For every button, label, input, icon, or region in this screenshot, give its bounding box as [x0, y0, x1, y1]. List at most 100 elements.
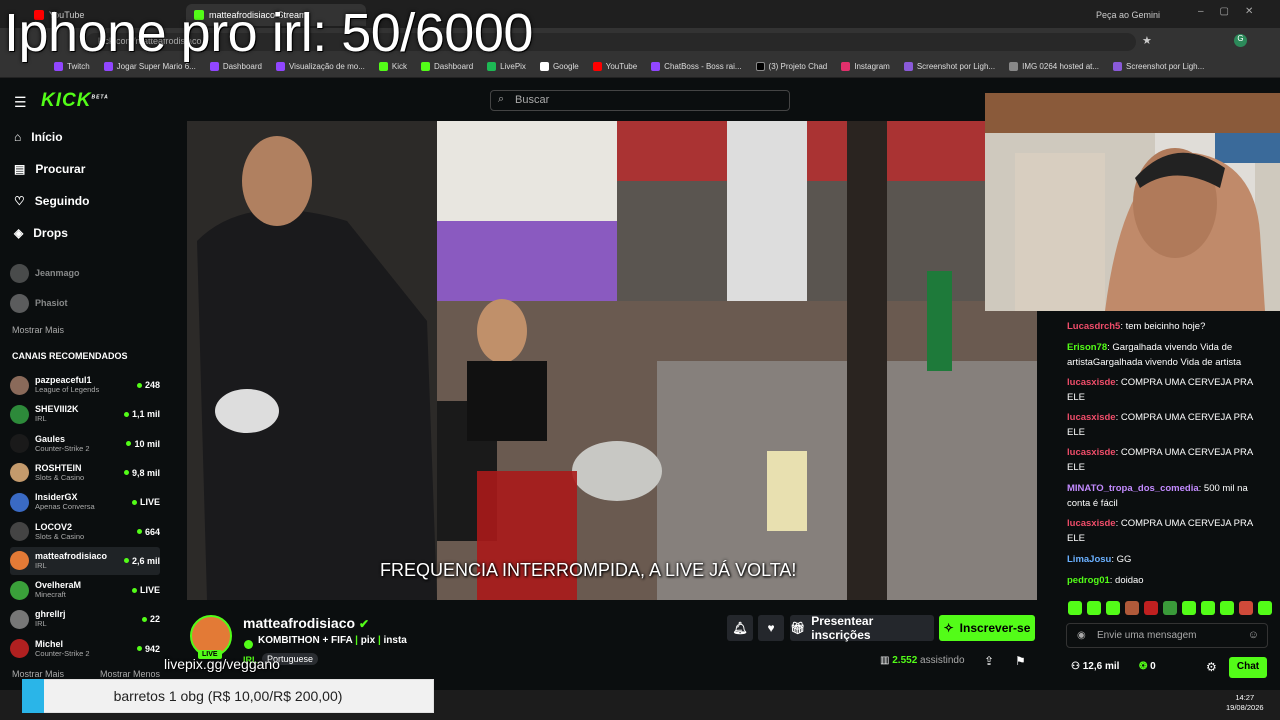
gear-icon[interactable]: ⚙ — [1206, 660, 1217, 674]
chat-username[interactable]: lucasxisde — [1067, 518, 1116, 529]
link-pix[interactable]: pix — [361, 635, 375, 646]
webcam-overlay — [985, 93, 1280, 311]
emoji-icon[interactable]: ☺ — [1248, 629, 1259, 641]
recommended-channel[interactable]: Gaules Counter-Strike 2 10 mil — [10, 430, 160, 458]
recommended-channel[interactable]: LOCOV2 Slots & Casino 664 — [10, 518, 160, 546]
sidebar-item-inicio[interactable]: ⌂ Início — [14, 130, 63, 144]
channel-category: IRL — [35, 414, 47, 424]
drops-icon: ◈ — [14, 226, 24, 240]
link-insta[interactable]: insta — [384, 635, 407, 646]
sidebar-item-seguindo[interactable]: ♡ Seguindo — [14, 194, 89, 208]
recommended-channel[interactable]: Michel Counter-Strike 2 942 — [10, 635, 160, 663]
bookmark-star-icon[interactable]: ★ — [1142, 34, 1152, 47]
live-dot — [126, 441, 132, 447]
emote[interactable] — [1068, 601, 1082, 615]
heart-icon: ♡ — [14, 194, 25, 208]
donation-progress-fill — [22, 679, 44, 713]
menu-icon[interactable]: ☰ — [14, 94, 27, 111]
recommended-channel[interactable]: matteafrodisiaco IRL 2,6 mil — [10, 546, 160, 575]
bookmark-item[interactable]: Screenshot por Ligh... — [903, 62, 995, 71]
chat-message: LimaJosu: GG — [1067, 554, 1132, 565]
viewer-count: ▥ 2.552 assistindo — [880, 655, 965, 666]
search-input[interactable]: ⌕ Buscar — [490, 90, 790, 111]
emote[interactable] — [1220, 601, 1234, 615]
viewer-count: 664 — [136, 527, 160, 537]
chat-username[interactable]: pedrog01 — [1067, 575, 1110, 586]
chat-settings-icon[interactable]: ◉ — [1077, 630, 1086, 641]
emote[interactable] — [1125, 601, 1139, 615]
video-player[interactable] — [187, 121, 1037, 600]
bell-icon[interactable]: 🔔︎ — [727, 615, 753, 641]
viewer-count: 22 — [141, 614, 160, 624]
window-controls[interactable]: –▢✕ — [1198, 6, 1269, 17]
emote[interactable] — [1163, 601, 1177, 615]
system-clock[interactable]: 14:27 19/08/2026 — [1226, 693, 1264, 713]
emote[interactable] — [1106, 601, 1120, 615]
recommended-channel[interactable]: OvelheraM Minecraft LIVE — [10, 576, 160, 604]
chat-username[interactable]: lucasxisde — [1067, 377, 1116, 388]
bookmark-item[interactable]: Google — [539, 62, 579, 71]
bookmark-item[interactable]: YouTube — [592, 62, 637, 71]
sidebar-item-drops[interactable]: ◈ Drops — [14, 226, 68, 240]
chat-input[interactable]: ◉ Envie uma mensagem ☺ — [1066, 623, 1268, 648]
chat-username[interactable]: LimaJosu — [1067, 554, 1111, 565]
followed-channel[interactable]: Jeanmago — [10, 259, 160, 287]
recommended-channel[interactable]: ghrellrj IRL 22 — [10, 605, 160, 633]
live-dot — [131, 499, 137, 505]
recommended-channel[interactable]: InsiderGX Apenas Conversa LIVE — [10, 488, 160, 516]
emote[interactable] — [1258, 601, 1272, 615]
chat-message: lucasxisde: COMPRA UMA CERVEJA PRA ELE — [1067, 518, 1253, 544]
chat-text: doidao — [1115, 575, 1144, 586]
emote-bar[interactable] — [1068, 601, 1272, 615]
bookmark-item[interactable]: IMG 0264 hosted at... — [1009, 62, 1099, 71]
live-dot — [141, 616, 147, 622]
share-icon[interactable]: ⇪ — [984, 654, 994, 668]
chat-text: tem beicinho hoje? — [1125, 321, 1206, 332]
avatar — [10, 375, 29, 395]
recommended-title: CANAIS RECOMENDADOS — [12, 351, 128, 361]
subscribe-button[interactable]: ✧ Inscrever-se — [939, 615, 1035, 641]
status-dot — [244, 636, 253, 654]
emote[interactable] — [1144, 601, 1158, 615]
chat-username[interactable]: Erison78 — [1067, 342, 1107, 353]
recommended-channel[interactable]: ROSHTEIN Slots & Casino 9,8 mil — [10, 459, 160, 487]
emote[interactable] — [1087, 601, 1101, 615]
recommended-channel[interactable]: pazpeaceful1 League of Legends 248 — [10, 371, 160, 399]
chat-username[interactable]: lucasxisde — [1067, 412, 1116, 423]
follow-heart-button[interactable]: ♥ — [758, 615, 784, 641]
bookmark-item[interactable]: ChatBoss - Boss rai... — [651, 62, 742, 71]
channel-category: Minecraft — [35, 590, 66, 600]
tab-label: Peça ao Gemini — [1096, 10, 1161, 20]
channel-category: Slots & Casino — [35, 531, 85, 541]
show-less-link[interactable]: Mostrar Menos — [100, 669, 160, 679]
show-more-link[interactable]: Mostrar Mais — [12, 669, 64, 679]
channel-name: ROSHTEIN — [35, 462, 82, 473]
emote[interactable] — [1182, 601, 1196, 615]
sidebar-item-procurar[interactable]: ▤ Procurar — [14, 162, 85, 176]
chat-message: lucasxisde: COMPRA UMA CERVEJA PRA ELE — [1067, 377, 1253, 403]
chat-username[interactable]: Lucasdrch5 — [1067, 321, 1120, 332]
bookmark-item[interactable]: (3) Projeto Chad — [755, 62, 827, 71]
chat-username[interactable]: lucasxisde — [1067, 447, 1116, 458]
emote[interactable] — [1239, 601, 1253, 615]
followed-channel[interactable]: Phasiot — [10, 289, 160, 317]
gift-subs-button[interactable]: 🎁︎ Presentear inscrições — [790, 614, 934, 642]
video-frame — [187, 121, 1037, 600]
channel-category: Counter-Strike 2 — [35, 443, 90, 453]
kick-logo[interactable]: KICKBETA — [41, 90, 109, 112]
emote[interactable] — [1201, 601, 1215, 615]
profile-avatar[interactable]: G — [1234, 34, 1247, 47]
report-icon[interactable]: ⚑ — [1015, 654, 1026, 668]
avatar — [10, 609, 29, 629]
bookmark-item[interactable]: Screenshot por Ligh... — [1113, 62, 1204, 71]
channel-name: Gaules — [35, 433, 66, 444]
tab-gemini[interactable]: Peça ao Gemini — [1088, 4, 1178, 26]
chat-send-button[interactable]: Chat — [1229, 657, 1267, 678]
chat-message: Erison78: Gargalhada vivendo Vida de art… — [1067, 342, 1242, 368]
chat-username[interactable]: MINATO_tropa_dos_comedia — [1067, 483, 1199, 494]
streamer-name[interactable]: matteafrodisiaco ✔ — [243, 615, 369, 631]
recommended-channel[interactable]: SHEVIII2K IRL 1,1 mil — [10, 400, 160, 428]
show-more-link[interactable]: Mostrar Mais — [12, 325, 64, 335]
bookmark-item[interactable]: Instagram — [841, 62, 890, 71]
search-icon: ⌕ — [498, 93, 505, 105]
